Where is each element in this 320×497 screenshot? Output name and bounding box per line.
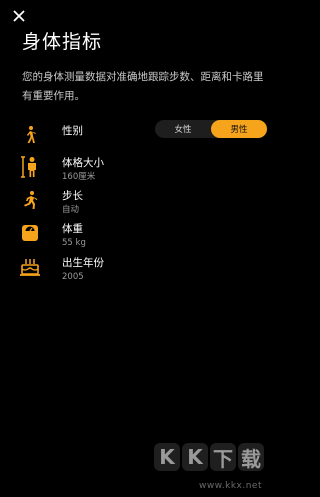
body-size-row[interactable]: 体格大小 160厘米 bbox=[0, 156, 284, 190]
body-size-value: 160厘米 bbox=[62, 172, 96, 182]
watermark-char: K bbox=[182, 443, 208, 471]
watermark-char: 下 bbox=[210, 443, 236, 471]
watermark-char: K bbox=[154, 443, 180, 471]
page-title: 身体指标 bbox=[22, 31, 103, 53]
gender-label: 性别 bbox=[62, 125, 83, 137]
cake-icon bbox=[19, 256, 41, 278]
gender-option-female[interactable]: 女性 bbox=[155, 120, 211, 138]
birth-year-label: 出生年份 bbox=[62, 257, 104, 269]
scale-icon bbox=[19, 222, 41, 244]
stride-label: 步长 bbox=[62, 190, 83, 202]
watermark-char: 载 bbox=[238, 443, 264, 471]
body-size-label: 体格大小 bbox=[62, 157, 104, 169]
weight-label: 体重 bbox=[62, 223, 83, 235]
stride-row[interactable]: 步长 自动 bbox=[0, 189, 284, 223]
gender-toggle[interactable]: 女性 男性 bbox=[155, 120, 267, 138]
gender-option-male[interactable]: 男性 bbox=[211, 120, 267, 138]
walking-person-icon bbox=[19, 124, 41, 146]
birth-year-row[interactable]: 出生年份 2005 bbox=[0, 256, 284, 290]
page-description: 您的身体测量数据对准确地跟踪步数、距离和卡路里有重要作用。 bbox=[22, 71, 264, 102]
weight-value: 55 kg bbox=[62, 238, 86, 248]
running-person-icon bbox=[19, 189, 41, 211]
weight-row[interactable]: 体重 55 kg bbox=[0, 222, 284, 256]
close-button[interactable] bbox=[10, 7, 28, 25]
gender-row: 性别 女性 男性 bbox=[0, 120, 284, 158]
watermark-logo: K K 下 载 bbox=[154, 443, 264, 471]
stride-value: 自动 bbox=[62, 205, 80, 215]
close-icon bbox=[13, 10, 25, 22]
watermark-url: www.kkx.net bbox=[199, 481, 262, 491]
person-height-icon bbox=[19, 156, 41, 178]
birth-year-value: 2005 bbox=[62, 272, 84, 282]
